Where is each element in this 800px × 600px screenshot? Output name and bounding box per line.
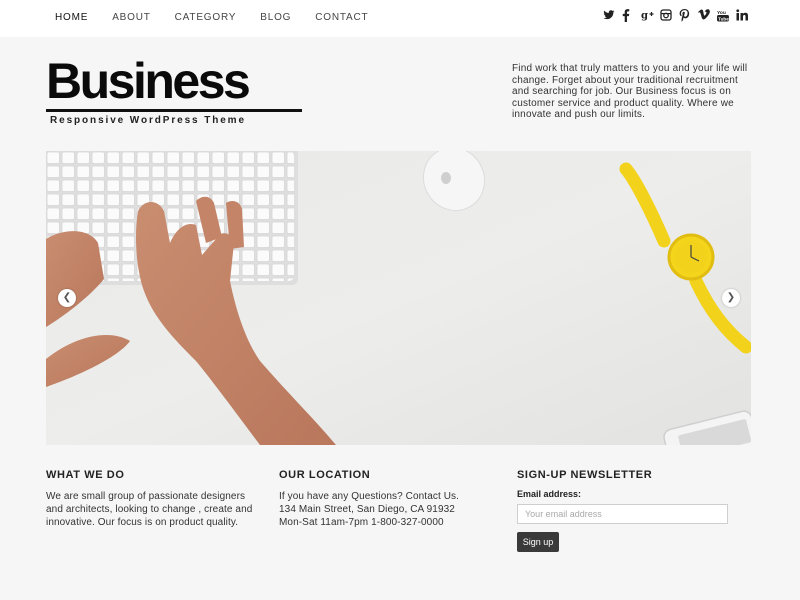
logo-rule	[46, 109, 302, 112]
location-title: OUR LOCATION	[279, 469, 371, 481]
twitter-icon[interactable]	[603, 9, 615, 23]
location-contact-line: If you have any Questions? Contact Us.	[279, 491, 460, 502]
youtube-icon[interactable]: You Tube	[717, 9, 729, 23]
instagram-icon[interactable]	[660, 9, 672, 23]
what-we-do-title: WHAT WE DO	[46, 469, 125, 481]
logo-wordmark: Business	[46, 53, 251, 109]
what-we-do-section: WHAT WE DO We are small group of passion…	[46, 469, 261, 529]
logo-tagline: Responsive WordPress Theme	[50, 115, 246, 126]
site-logo[interactable]: Business Responsive WordPress Theme	[46, 53, 302, 126]
main-nav: HOME ABOUT CATEGORY BLOG CONTACT	[55, 12, 392, 24]
location-section: OUR LOCATION If you have any Questions? …	[279, 469, 479, 529]
chevron-right-icon: ❯	[726, 292, 736, 303]
hero-image	[46, 151, 751, 445]
location-hours-phone: Mon-Sat 11am-7pm 1-800-327-0000	[279, 517, 444, 528]
vimeo-icon[interactable]	[698, 9, 710, 23]
slider-prev-button[interactable]: ❮	[58, 289, 76, 307]
svg-text:Tube: Tube	[718, 16, 729, 21]
nav-about[interactable]: ABOUT	[112, 12, 150, 24]
intro-text: Find work that truly matters to you and …	[512, 63, 748, 120]
newsletter-title: SIGN-UP NEWSLETTER	[517, 469, 653, 481]
newsletter-section: SIGN-UP NEWSLETTER Email address: Sign u…	[517, 469, 752, 552]
nav-contact[interactable]: CONTACT	[315, 12, 368, 24]
pinterest-icon[interactable]	[679, 9, 691, 23]
facebook-icon[interactable]	[622, 9, 634, 23]
nav-blog[interactable]: BLOG	[260, 12, 291, 24]
nav-home[interactable]: HOME	[55, 12, 88, 24]
what-we-do-text: We are small group of passionate designe…	[46, 491, 253, 528]
svg-text:g: g	[641, 11, 648, 22]
hero-slider: ❮ ❯	[46, 151, 751, 445]
email-label: Email address:	[517, 489, 582, 499]
google-plus-icon[interactable]: g	[641, 9, 654, 23]
location-address: 134 Main Street, San Diego, CA 91932	[279, 504, 455, 515]
top-bar: HOME ABOUT CATEGORY BLOG CONTACT g You Tu…	[0, 0, 800, 37]
nav-category[interactable]: CATEGORY	[175, 12, 237, 24]
signup-button[interactable]: Sign up	[517, 532, 559, 552]
slider-next-button[interactable]: ❯	[722, 289, 740, 307]
social-links: g You Tube	[596, 9, 748, 23]
linkedin-icon[interactable]	[736, 9, 748, 23]
email-field[interactable]	[517, 504, 728, 524]
chevron-left-icon: ❮	[62, 292, 72, 303]
